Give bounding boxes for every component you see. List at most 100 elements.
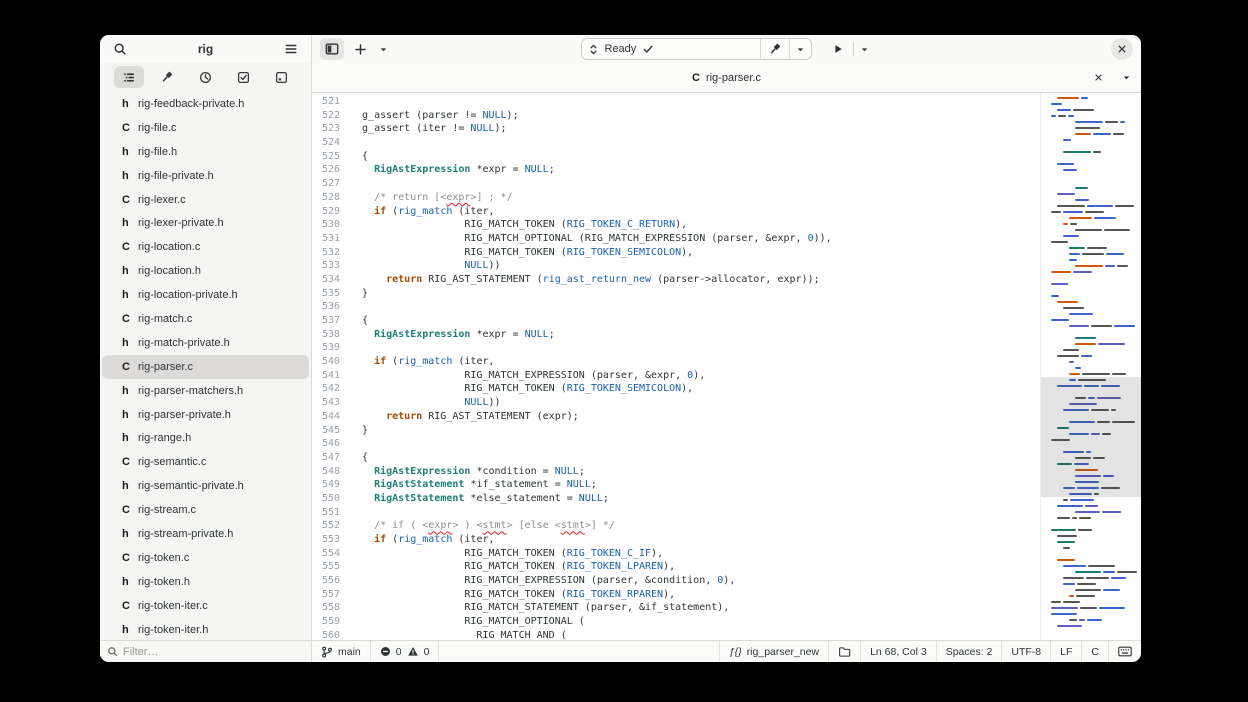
indentation-mode[interactable]: Spaces: 2	[936, 641, 1002, 662]
h-file-badge: h	[122, 576, 138, 588]
sidebar-tab-terminal[interactable]	[267, 66, 297, 88]
line-number: 532	[312, 246, 340, 260]
diagnostics-indicator[interactable]: 0 0	[371, 641, 440, 662]
code-line: 554 RIG_MATCH_TOKEN (RIG_TOKEN_C_IF),	[312, 547, 1040, 561]
code-text: RIG_MATCH_TOKEN (RIG_TOKEN_LPAREN),	[340, 560, 675, 574]
minimap-row	[1051, 235, 1139, 237]
minimap-row	[1051, 229, 1139, 231]
run-menu-button[interactable]	[857, 38, 873, 60]
file-item[interactable]: hrig-file-private.h	[102, 164, 309, 188]
divider	[853, 42, 854, 56]
encoding[interactable]: UTF-8	[1001, 641, 1050, 662]
window-close-button[interactable]	[1111, 38, 1133, 60]
current-symbol[interactable]: ƒ{} rig_parser_new	[719, 641, 828, 662]
sidebar-tab-history[interactable]	[190, 66, 220, 88]
file-item[interactable]: hrig-parser-matchers.h	[102, 379, 309, 403]
h-file-badge: h	[122, 146, 138, 158]
minimap-row	[1051, 295, 1139, 297]
sidebar-tab-project-tree[interactable]	[114, 66, 144, 88]
filter-input[interactable]	[123, 646, 273, 658]
tab-close-button[interactable]	[1089, 69, 1107, 87]
cursor-position[interactable]: Ln 68, Col 3	[860, 641, 936, 662]
file-item[interactable]: Crig-token-iter.c	[102, 594, 309, 618]
h-file-badge: h	[122, 265, 138, 277]
file-item[interactable]: hrig-range.h	[102, 426, 309, 450]
new-tab-menu-button[interactable]	[376, 38, 390, 60]
tab-list-button[interactable]	[1117, 69, 1135, 87]
file-name: rig-file.h	[138, 146, 177, 158]
code-line: 556 RIG_MATCH_EXPRESSION (parser, &condi…	[312, 574, 1040, 588]
code-editor[interactable]: 521522 g_assert (parser != NULL);523 g_a…	[312, 93, 1141, 640]
code-text	[340, 95, 350, 109]
code-text: {	[340, 451, 368, 465]
line-number: 528	[312, 191, 340, 205]
omnibar[interactable]: Ready	[581, 38, 812, 60]
file-item[interactable]: Crig-lexer.c	[102, 188, 309, 212]
file-item[interactable]: hrig-feedback-private.h	[102, 92, 309, 116]
sidebar-toggle-icon	[325, 42, 339, 56]
line-number: 530	[312, 218, 340, 232]
file-item[interactable]: hrig-parser-private.h	[102, 403, 309, 427]
build-button[interactable]	[761, 39, 789, 59]
build-menu-button[interactable]	[790, 39, 811, 59]
language-mode[interactable]: C	[1081, 641, 1108, 662]
toggle-sidebar-button[interactable]	[320, 38, 344, 60]
search-button[interactable]	[108, 38, 132, 60]
file-item[interactable]: hrig-match-private.h	[102, 331, 309, 355]
file-item[interactable]: Crig-stream.c	[102, 498, 309, 522]
minimap-row	[1051, 541, 1139, 543]
minimap-row	[1051, 589, 1139, 591]
sidebar-panel-tabs	[100, 63, 311, 91]
line-number: 534	[312, 273, 340, 287]
file-item[interactable]: Crig-token.c	[102, 546, 309, 570]
code-line: 526 RigAstExpression *expr = NULL;	[312, 163, 1040, 177]
minimap-row	[1051, 175, 1139, 177]
file-item[interactable]: Crig-match.c	[102, 307, 309, 331]
file-item[interactable]: hrig-semantic-private.h	[102, 474, 309, 498]
file-item[interactable]: hrig-location.h	[102, 259, 309, 283]
tab-rig-parser[interactable]: C rig-parser.c	[692, 72, 761, 84]
minimap[interactable]	[1040, 93, 1141, 640]
code-line: 555 RIG_MATCH_TOKEN (RIG_TOKEN_LPAREN),	[312, 560, 1040, 574]
run-button[interactable]	[826, 38, 850, 60]
line-ending[interactable]: LF	[1050, 641, 1081, 662]
project-folder-button[interactable]	[828, 641, 860, 662]
file-item[interactable]: hrig-token.h	[102, 570, 309, 594]
function-icon: ƒ{}	[729, 646, 742, 658]
new-tab-button[interactable]	[348, 38, 372, 60]
minimap-row	[1051, 181, 1139, 183]
file-item[interactable]: hrig-token-iter.h	[102, 618, 309, 640]
git-branch-icon	[321, 646, 333, 658]
file-item[interactable]: hrig-file.h	[102, 140, 309, 164]
file-item[interactable]: Crig-file.c	[102, 116, 309, 140]
code-text: RIG_MATCH_EXPRESSION (parser, &expr, 0),	[340, 369, 705, 383]
minimap-row	[1051, 625, 1139, 627]
minimap-viewport[interactable]	[1041, 377, 1141, 497]
code-line: 537 {	[312, 314, 1040, 328]
line-number: 539	[312, 341, 340, 355]
line-number: 549	[312, 478, 340, 492]
line-number: 526	[312, 163, 340, 177]
primary-menu-button[interactable]	[279, 38, 303, 60]
c-file-badge: C	[122, 313, 138, 325]
code-line: 541 RIG_MATCH_EXPRESSION (parser, &expr,…	[312, 369, 1040, 383]
chevron-down-icon	[796, 45, 805, 54]
code-view[interactable]: 521522 g_assert (parser != NULL);523 g_a…	[312, 93, 1040, 640]
line-number: 536	[312, 300, 340, 314]
file-item[interactable]: hrig-stream-private.h	[102, 522, 309, 546]
file-item[interactable]: Crig-semantic.c	[102, 450, 309, 474]
minimap-row	[1051, 187, 1139, 189]
file-item[interactable]: Crig-parser.c	[102, 355, 309, 379]
sidebar-tab-build[interactable]	[152, 66, 182, 88]
file-item[interactable]: hrig-location-private.h	[102, 283, 309, 307]
terminal-icon	[275, 71, 288, 84]
file-item[interactable]: hrig-lexer-private.h	[102, 211, 309, 235]
branch-indicator[interactable]: main	[312, 641, 371, 662]
minimap-row	[1051, 103, 1139, 105]
builder-window: rig hrig-feedback-private.hCrig-file.chr…	[100, 35, 1141, 662]
minimap-row	[1051, 511, 1139, 513]
keyboard-button[interactable]	[1108, 641, 1141, 662]
file-item[interactable]: Crig-location.c	[102, 235, 309, 259]
sidebar-tab-todo[interactable]	[229, 66, 259, 88]
code-line: 531 RIG_MATCH_OPTIONAL (RIG_MATCH_EXPRES…	[312, 232, 1040, 246]
